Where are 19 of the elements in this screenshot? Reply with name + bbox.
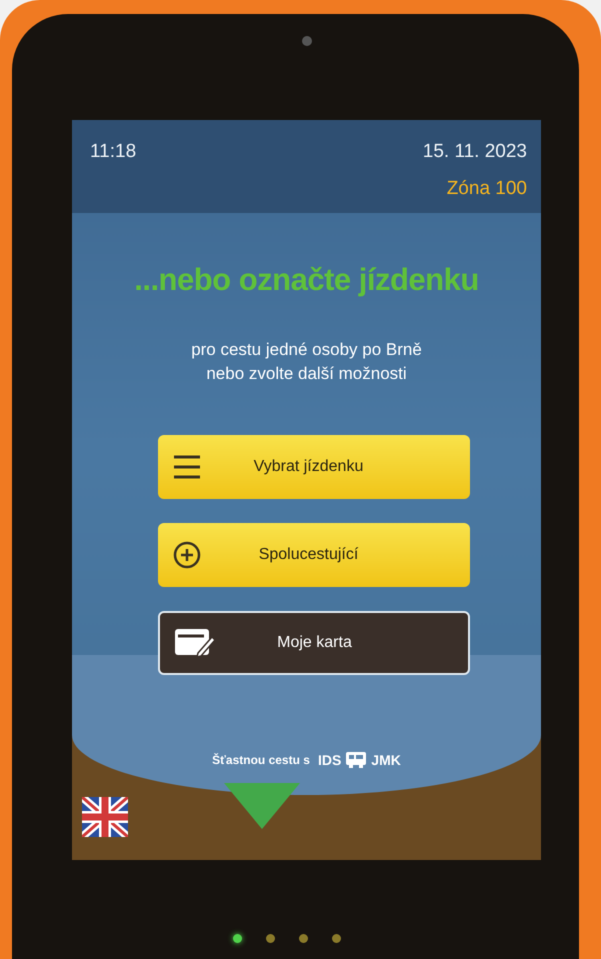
bus-logo-icon bbox=[345, 751, 368, 770]
card-button[interactable]: Moje karta bbox=[158, 610, 470, 675]
logo-text: JMK bbox=[371, 750, 401, 770]
logo-text: IDS bbox=[318, 750, 342, 770]
menu-button[interactable]: Vybrat jízdenku bbox=[158, 434, 470, 499]
camera-lens bbox=[302, 36, 312, 46]
heading: ...nebo označte jízdenku bbox=[133, 261, 480, 299]
clock-time: 11:18 bbox=[90, 140, 136, 164]
subtitle-text: pro cestu jedné osoby po Brně bbox=[190, 338, 423, 360]
card-pencil-icon bbox=[174, 626, 216, 659]
menu-button[interactable]: Spolucestující bbox=[158, 522, 470, 587]
footer-text: Šťastnou cestu s bbox=[212, 752, 310, 770]
date-text: 15. 11. 2023 bbox=[422, 140, 527, 164]
zone-label: Zóna 100 bbox=[446, 176, 527, 200]
down-arrow-icon[interactable] bbox=[224, 782, 300, 829]
menu-icon bbox=[172, 454, 202, 480]
subtitle-text: nebo zvolte další možnosti bbox=[205, 363, 408, 386]
uk-flag-icon[interactable] bbox=[82, 796, 128, 837]
plus-circle-icon bbox=[172, 540, 202, 570]
